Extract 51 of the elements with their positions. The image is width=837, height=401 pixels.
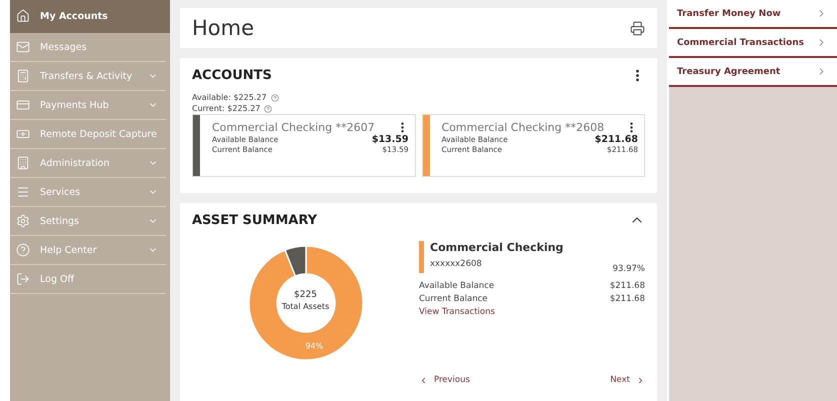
page-title: Home: [192, 16, 254, 40]
total-label: Total Assets: [282, 302, 330, 311]
balance-value: $211.68: [610, 293, 645, 306]
balance-label: Current Balance: [419, 293, 488, 306]
sidebar-label: Log Off: [40, 274, 76, 284]
chevron-left-icon: [419, 376, 428, 384]
account-number: xxxxxx2608: [430, 259, 482, 269]
credit-card-icon: [16, 98, 30, 112]
total-value: $225: [294, 290, 317, 300]
settings-icon: [16, 214, 30, 228]
sidebar-item[interactable]: My Accounts: [10, 0, 170, 33]
quick-link[interactable]: Transfer Money Now: [669, 0, 837, 29]
account-name: Commercial Checking **2608: [442, 121, 604, 134]
balance-value: $211.68: [594, 134, 638, 145]
building-icon: [16, 156, 30, 170]
sidebar-label: Payments Hub: [40, 100, 110, 110]
current-total: Current: $225.27: [192, 103, 260, 114]
available-total: Available: $225.27: [192, 92, 267, 103]
printer-icon[interactable]: [630, 20, 645, 36]
quick-link[interactable]: Treasury Agreement: [669, 58, 837, 87]
help-icon[interactable]: [264, 104, 272, 112]
sidebar-label: My Accounts: [40, 10, 109, 22]
balance-value: $13.59: [372, 134, 408, 145]
account-name: Commercial Checking: [430, 241, 564, 254]
next-link[interactable]: Next: [610, 375, 645, 385]
home-icon: [16, 9, 30, 23]
section-title: ACCOUNTS: [192, 68, 272, 82]
section-title: ASSET SUMMARY: [192, 212, 318, 228]
sidebar-label: Administration: [40, 158, 111, 168]
sidebar-label: Messages: [40, 42, 88, 52]
view-transactions-link[interactable]: View Transactions: [419, 307, 495, 317]
asset-share: 93.97%: [612, 264, 645, 274]
logout-icon: [16, 272, 30, 286]
menu-icon: [16, 185, 30, 199]
sidebar-label: Settings: [40, 216, 80, 226]
slice-label: 94%: [304, 341, 323, 350]
balance-label: Available Balance: [419, 280, 494, 293]
quick-link[interactable]: Commercial Transactions: [669, 29, 837, 58]
chevron-right-icon: [636, 376, 645, 384]
help-icon: [16, 243, 30, 257]
sidebar-label: Transfers & Activity: [40, 70, 134, 82]
sidebar-label: Remote Deposit Capture: [40, 128, 158, 140]
help-icon[interactable]: [270, 94, 279, 102]
calculator-icon: [16, 69, 30, 83]
previous-link[interactable]: Previous: [419, 375, 470, 385]
sidebar-label: Services: [40, 186, 82, 198]
balance-value: $211.68: [610, 280, 645, 293]
banknote-icon: [16, 127, 30, 141]
envelope-icon: [16, 40, 30, 54]
sidebar-label: Help Center: [40, 244, 98, 256]
account-name: Commercial Checking **2607: [212, 121, 375, 134]
